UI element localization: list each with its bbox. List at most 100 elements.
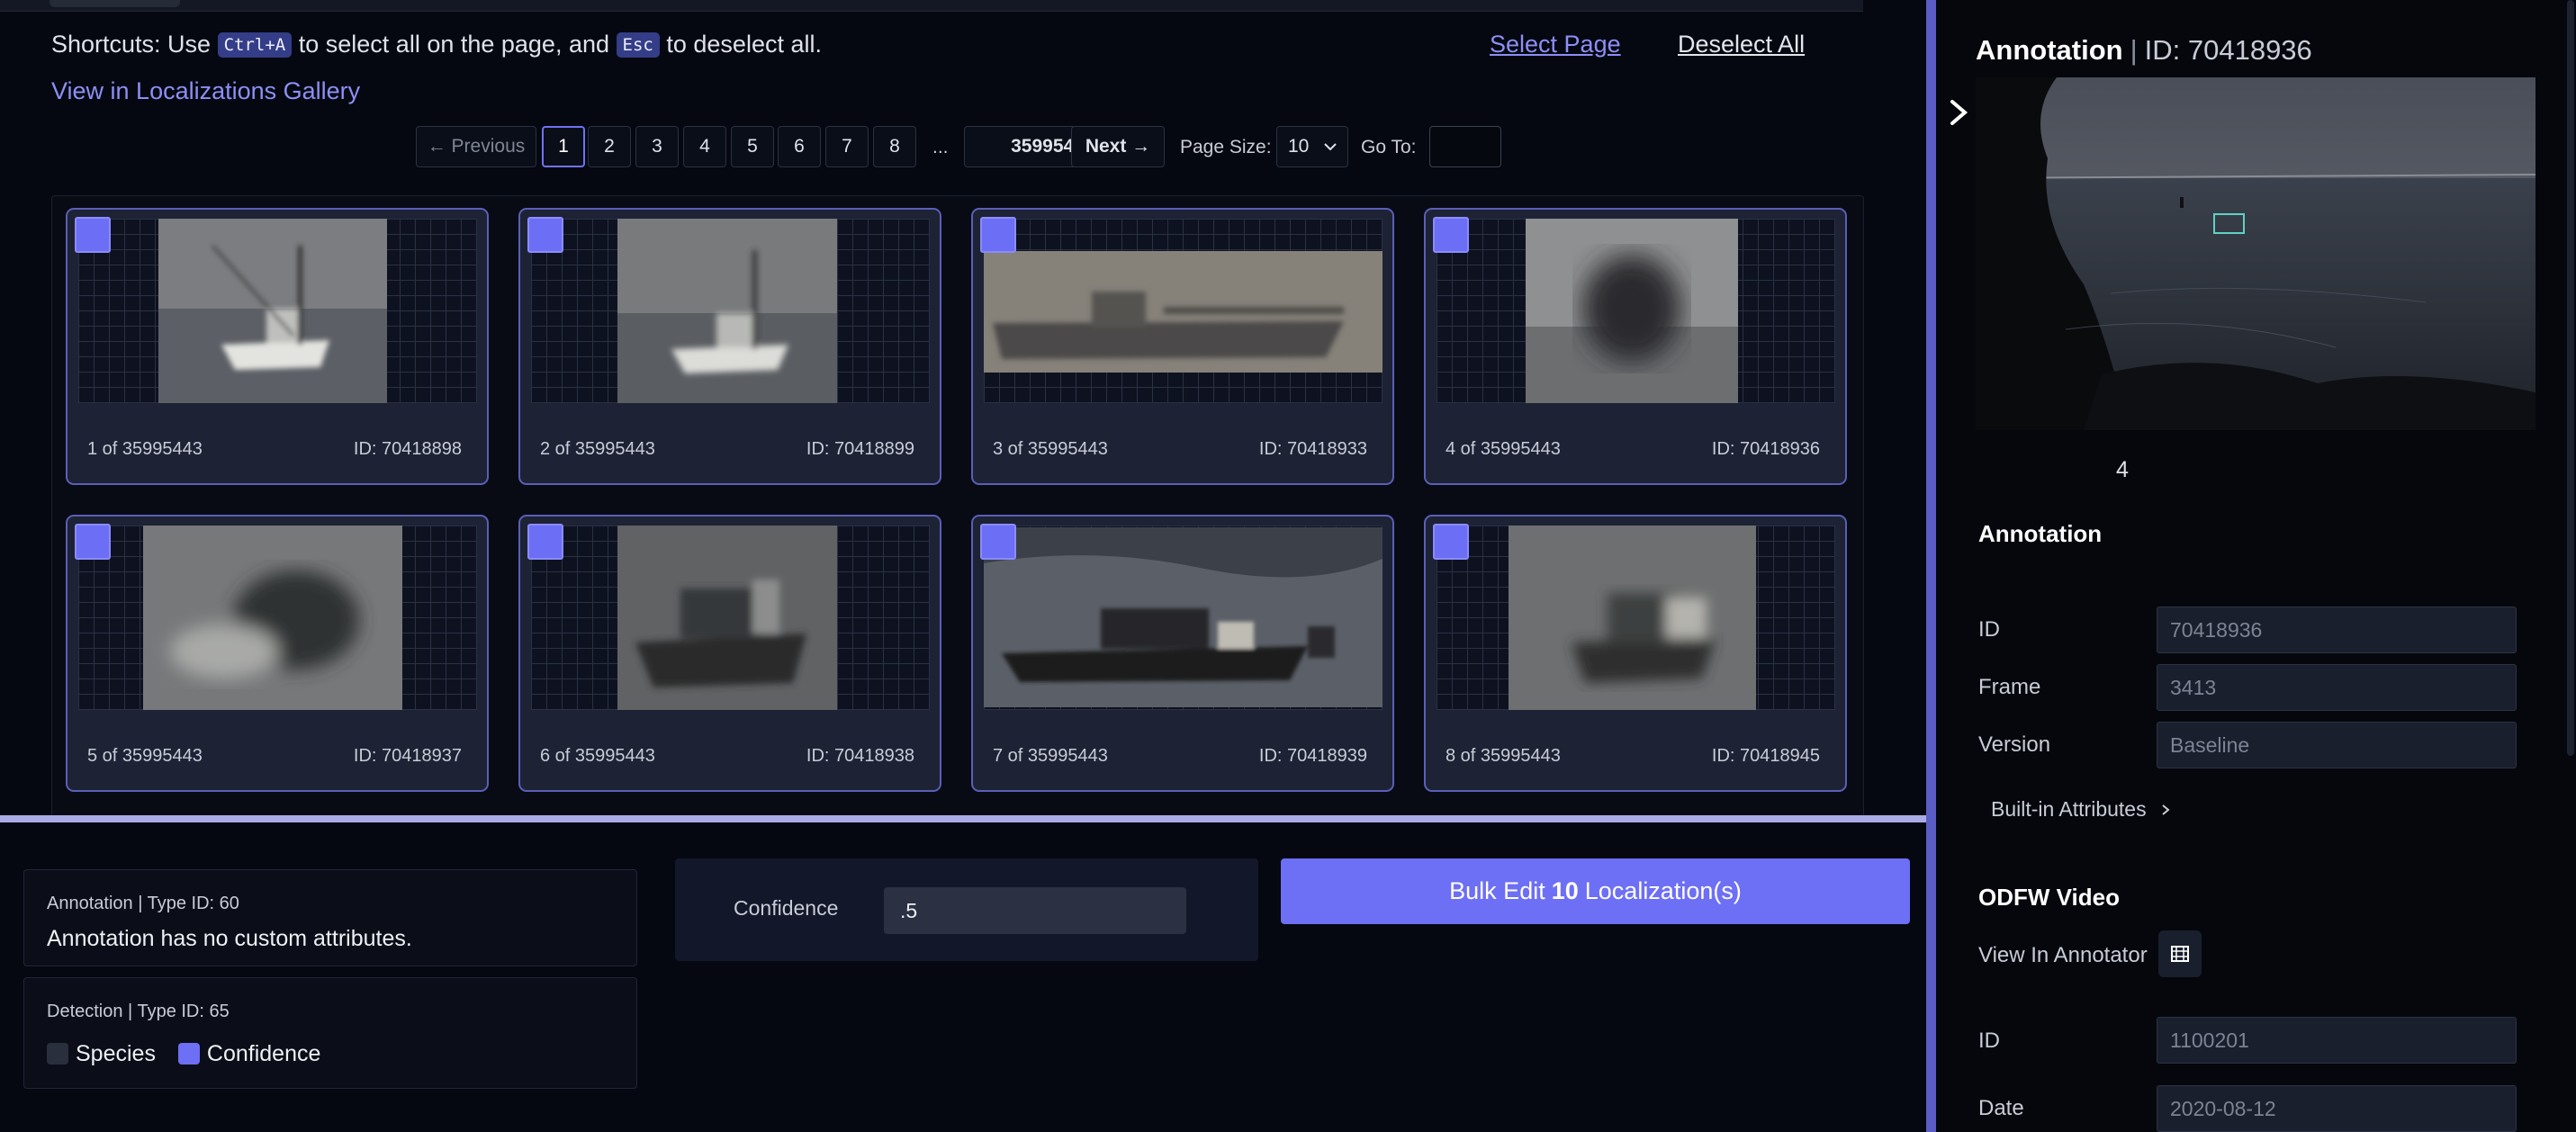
top-tab[interactable] (50, 0, 180, 7)
confidence-checkbox[interactable] (177, 1043, 200, 1065)
localization-card[interactable]: 8 of 35995443 ID: 70418945 (1424, 515, 1847, 792)
page-button[interactable]: 8 (873, 126, 916, 167)
detail-scrollbar[interactable] (2567, 0, 2574, 756)
page-button[interactable]: 4 (683, 126, 726, 167)
card-index: 1 of 35995443 (87, 439, 203, 459)
card-index: 7 of 35995443 (993, 746, 1108, 766)
frame-preview-image[interactable] (1976, 77, 2535, 430)
confidence-label: Confidence (734, 896, 839, 920)
select-checkbox[interactable] (980, 524, 1016, 560)
confidence-input[interactable]: .5 (884, 887, 1186, 934)
page-button[interactable]: 2 (588, 126, 631, 167)
card-id: ID: 70418899 (806, 439, 914, 459)
no-attributes-message: Annotation has no custom attributes. (47, 926, 412, 951)
card-index: 6 of 35995443 (540, 746, 655, 766)
boat-thumbnail-image (143, 526, 402, 710)
next-page-button[interactable]: Next → (1071, 126, 1165, 167)
panel-divider[interactable] (1926, 0, 1936, 1132)
page-size-value: 10 (1288, 136, 1310, 157)
detection-type-box: Detection | Type ID: 65 Species Confiden… (23, 977, 637, 1089)
card-id: ID: 70418938 (806, 746, 914, 766)
chevron-down-icon (1324, 143, 1337, 151)
frame-label: Frame (1978, 675, 2041, 699)
thumbnail (531, 219, 930, 403)
detail-title-type: Annotation (1976, 34, 2123, 66)
media-id-field[interactable]: 1100201 (2157, 1017, 2517, 1064)
confidence-toggle-label: Confidence (206, 1041, 321, 1066)
select-checkbox[interactable] (75, 524, 111, 560)
version-field[interactable]: Baseline (2157, 722, 2517, 768)
date-field[interactable]: 2020-08-12 (2157, 1085, 2517, 1132)
card-index: 4 of 35995443 (1446, 439, 1561, 459)
goto-page-input[interactable] (1429, 126, 1501, 167)
page-button[interactable]: 5 (731, 126, 774, 167)
localization-card[interactable]: 4 of 35995443 ID: 70418936 (1424, 208, 1847, 485)
previous-page-button[interactable]: ← Previous (416, 126, 536, 167)
thumbnail (78, 526, 477, 710)
localization-grid: 1 of 35995443 ID: 70418898 2 of 35995443… (51, 195, 1864, 818)
type-id: Type ID: 60 (147, 894, 239, 913)
date-label: Date (1978, 1096, 2024, 1120)
localizations-gallery-link[interactable]: View in Localizations Gallery (51, 77, 360, 105)
select-checkbox[interactable] (980, 217, 1016, 253)
shortcuts-prefix: Shortcuts: Use (51, 31, 212, 58)
shortcuts-hint: Shortcuts: Use Ctrl+A to select all on t… (51, 31, 822, 58)
builtin-attributes-toggle[interactable]: Built-in Attributes (1991, 797, 2172, 822)
bulk-edit-button[interactable]: Bulk Edit 10 Localization(s) (1281, 858, 1910, 924)
confidence-editor: Confidence .5 (675, 858, 1258, 961)
bulk-edit-count: 10 (1551, 877, 1579, 904)
species-toggle[interactable]: Species (47, 1041, 156, 1066)
localization-nav-index: 4 (2116, 457, 2129, 482)
select-checkbox[interactable] (1433, 217, 1469, 253)
kbd-deselect: Esc (616, 32, 660, 58)
view-in-annotator-button[interactable] (2158, 930, 2202, 977)
page-button[interactable]: 6 (778, 126, 821, 167)
deselect-all-link[interactable]: Deselect All (1678, 31, 1805, 58)
frame-field[interactable]: 3413 (2157, 664, 2517, 711)
annotation-section-title: Annotation (1978, 520, 2103, 547)
attribute-toggles: Species Confidence (47, 1041, 320, 1067)
media-section-title: ODFW Video (1978, 884, 2120, 911)
localization-card[interactable]: 5 of 35995443 ID: 70418937 (66, 515, 489, 792)
select-page-link[interactable]: Select Page (1490, 31, 1621, 58)
detail-title-id: ID: 70418936 (2144, 34, 2312, 66)
page-button[interactable]: 1 (542, 126, 585, 167)
select-checkbox[interactable] (527, 217, 563, 253)
detail-panel: Annotation | ID: 70418936 4 Annotation ID … (1936, 0, 2576, 1132)
id-field[interactable]: 70418936 (2157, 606, 2517, 653)
boat-thumbnail-image (617, 526, 837, 710)
localization-card[interactable]: 7 of 35995443 ID: 70418939 (971, 515, 1394, 792)
thumbnail (1437, 219, 1835, 403)
localization-card[interactable]: 3 of 35995443 ID: 70418933 (971, 208, 1394, 485)
pagination-ellipsis: ... (932, 137, 949, 157)
page-button[interactable]: 3 (635, 126, 679, 167)
select-checkbox[interactable] (1433, 524, 1469, 560)
thumbnail (1437, 526, 1835, 710)
page-button[interactable]: 7 (825, 126, 869, 167)
thumbnail (78, 219, 477, 403)
species-checkbox[interactable] (47, 1043, 68, 1065)
id-label: ID (1978, 617, 2000, 642)
chevron-right-icon[interactable] (1943, 94, 1974, 130)
card-id: ID: 70418933 (1258, 439, 1367, 459)
resize-divider[interactable] (0, 815, 1926, 822)
localization-card[interactable]: 2 of 35995443 ID: 70418899 (518, 208, 941, 485)
gallery-panel: Shortcuts: Use Ctrl+A to select all on t… (0, 0, 1926, 1132)
version-label: Version (1978, 732, 2051, 757)
card-id: ID: 70418937 (353, 746, 462, 766)
bulk-edit-suffix: Localization(s) (1584, 877, 1742, 904)
localization-card[interactable]: 1 of 35995443 ID: 70418898 (66, 208, 489, 485)
localization-card[interactable]: 6 of 35995443 ID: 70418938 (518, 515, 941, 792)
detail-title: Annotation | ID: 70418936 (1976, 34, 2312, 66)
card-id: ID: 70418898 (353, 439, 462, 459)
page-size-select[interactable]: 10 (1276, 126, 1348, 167)
media-id-label: ID (1978, 1029, 2000, 1053)
card-id: ID: 70418945 (1711, 746, 1820, 766)
chevron-right-icon (2162, 804, 2170, 815)
select-checkbox[interactable] (75, 217, 111, 253)
card-id: ID: 70418939 (1258, 746, 1367, 766)
shortcuts-suffix: to deselect all. (666, 31, 822, 58)
confidence-toggle[interactable]: Confidence (177, 1041, 321, 1066)
boat-thumbnail-image (1526, 219, 1738, 403)
select-checkbox[interactable] (527, 524, 563, 560)
